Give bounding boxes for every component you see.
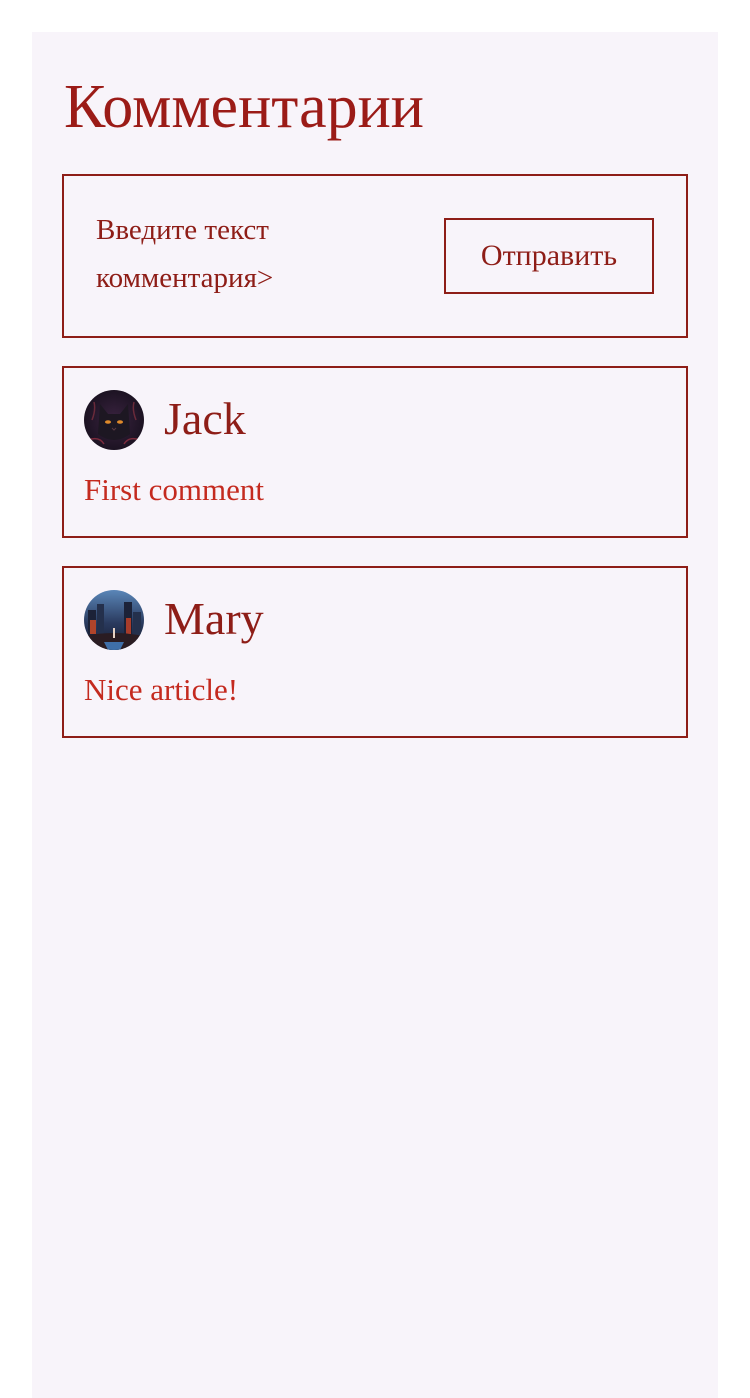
- comment-text: Nice article!: [84, 672, 239, 707]
- page-title: Комментарии: [64, 73, 424, 141]
- black-cat-avatar-icon: [84, 390, 144, 450]
- comment-card: Jack First comment: [62, 366, 688, 538]
- comment-author: Jack: [164, 393, 246, 444]
- comment-form: Отправить: [62, 174, 688, 338]
- night-city-avatar-icon: [84, 590, 144, 650]
- comment-card: Mary Nice article!: [62, 566, 688, 738]
- send-button[interactable]: Отправить: [444, 218, 654, 294]
- comment-text: First comment: [84, 472, 264, 507]
- comments-panel: Комментарии Отправить J: [32, 32, 718, 1398]
- comment-author: Mary: [164, 593, 264, 644]
- comment-input[interactable]: [96, 206, 396, 306]
